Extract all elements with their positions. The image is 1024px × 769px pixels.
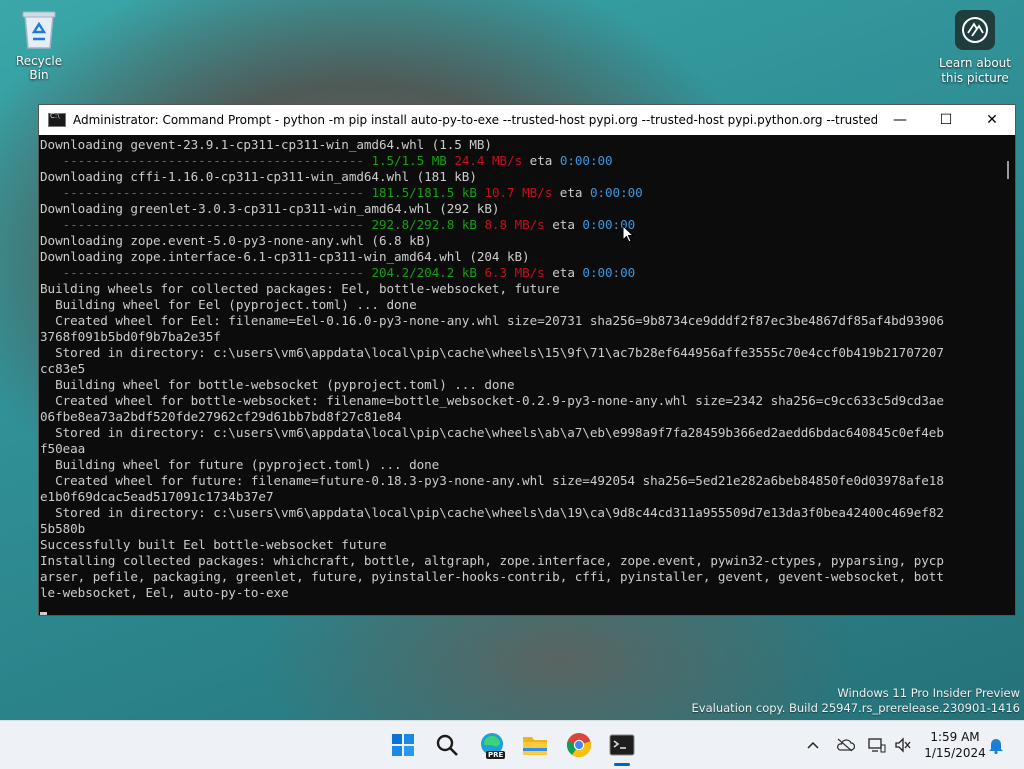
terminal-line: Installing collected packages: whichcraf…	[40, 553, 944, 568]
download-rate: 24.4 MB/s	[454, 153, 523, 168]
terminal-line: Downloading gevent-23.9.1-cp311-cp311-wi…	[40, 137, 492, 152]
progress-amount: 204.2/204.2 kB	[371, 265, 477, 280]
mouse-pointer-icon	[622, 225, 634, 243]
terminal-output[interactable]: Downloading gevent-23.9.1-cp311-cp311-wi…	[39, 135, 999, 615]
edge-pre-badge: PRE	[486, 751, 506, 759]
learn-label-line1: Learn about	[939, 56, 1011, 70]
terminal-line: arser, pefile, packaging, greenlet, futu…	[40, 569, 944, 584]
clock-date: 1/15/2024	[924, 746, 986, 760]
eta-label: eta	[529, 153, 553, 168]
terminal-line: le-websocket, Eel, auto-py-to-exe	[40, 585, 289, 600]
search-icon[interactable]	[431, 729, 463, 761]
progress-bar: ----------------------------------------	[40, 153, 364, 168]
terminal-line: Successfully built Eel bottle-websocket …	[40, 537, 387, 552]
camera-lens-icon	[955, 10, 995, 50]
windows-start-icon[interactable]	[387, 729, 419, 761]
terminal-line: Stored in directory: c:\users\vm6\appdat…	[40, 505, 944, 520]
chevron-up-icon[interactable]	[803, 735, 823, 755]
onedrive-icon[interactable]	[835, 735, 855, 755]
terminal-line: 3768f091b5bd0f9b7ba2e35f	[40, 329, 221, 344]
download-rate: 10.7 MB/s	[484, 185, 553, 200]
terminal-line: e1b0f69dcac5ead517091c1734b37e7	[40, 489, 274, 504]
command-prompt-icon	[48, 112, 66, 127]
download-rate: 8.8 MB/s	[484, 217, 545, 232]
terminal-line: Downloading greenlet-3.0.3-cp311-cp311-w…	[40, 201, 500, 216]
terminal-line: Building wheel for bottle-websocket (pyp…	[40, 377, 515, 392]
terminal-line: cc83e5	[40, 361, 86, 376]
progress-amount: 292.8/292.8 kB	[371, 217, 477, 232]
maximize-button[interactable]: ☐	[923, 105, 969, 135]
desktop-icon-recycle-bin[interactable]: Recycle Bin	[5, 8, 73, 82]
taskbar: PRE 1:59 AM 1/15/2024	[0, 720, 1024, 769]
file-explorer-icon[interactable]	[519, 729, 551, 761]
terminal-line: Created wheel for future: filename=futur…	[40, 473, 944, 488]
progress-line: ----------------------------------------…	[40, 185, 999, 201]
terminal-line: Downloading zope.event-5.0-py3-none-any.…	[40, 233, 432, 248]
progress-bar: ----------------------------------------	[40, 217, 364, 232]
terminal-line: Stored in directory: c:\users\vm6\appdat…	[40, 425, 944, 440]
progress-line: ----------------------------------------…	[40, 265, 999, 281]
recycle-bin-label: Recycle Bin	[15, 54, 63, 82]
eta-label: eta	[559, 185, 583, 200]
close-button[interactable]: ✕	[969, 105, 1015, 135]
volume-muted-icon[interactable]	[893, 735, 913, 755]
windows-watermark: Windows 11 Pro Insider Preview Evaluatio…	[692, 686, 1020, 716]
progress-bar: ----------------------------------------	[40, 185, 364, 200]
eta-value: 0:00:00	[582, 265, 636, 280]
terminal-line: Building wheels for collected packages: …	[40, 281, 560, 296]
desktop-icon-learn-about-picture[interactable]: Learn about this picture	[936, 10, 1014, 86]
taskbar-clock[interactable]: 1:59 AM 1/15/2024	[920, 729, 990, 761]
window-title: Administrator: Command Prompt - python -…	[73, 113, 877, 127]
terminal-line: Building wheel for future (pyproject.tom…	[40, 457, 440, 472]
terminal-line: Created wheel for bottle-websocket: file…	[40, 393, 944, 408]
eta-value: 0:00:00	[589, 185, 643, 200]
minimize-button[interactable]: —	[877, 105, 923, 135]
recycle-bin-icon	[21, 8, 57, 50]
terminal-line: f50eaa	[40, 441, 86, 456]
terminal-line: Stored in directory: c:\users\vm6\appdat…	[40, 345, 944, 360]
chrome-icon[interactable]	[563, 729, 595, 761]
command-prompt-window[interactable]: Administrator: Command Prompt - python -…	[38, 104, 1016, 616]
notification-bell-icon[interactable]	[986, 735, 1006, 755]
terminal-line: Downloading zope.interface-6.1-cp311-cp3…	[40, 249, 530, 264]
progress-line: ----------------------------------------…	[40, 217, 999, 233]
terminal-line: Downloading cffi-1.16.0-cp311-cp311-win_…	[40, 169, 477, 184]
terminal-line: Building wheel for Eel (pyproject.toml) …	[40, 297, 417, 312]
scrollbar-thumb[interactable]	[1007, 161, 1009, 179]
eta-label: eta	[552, 265, 575, 280]
network-icon[interactable]	[867, 735, 887, 755]
edge-pre-icon[interactable]: PRE	[476, 729, 508, 761]
terminal-icon[interactable]	[606, 729, 638, 761]
watermark-line1: Windows 11 Pro Insider Preview	[837, 686, 1020, 700]
vertical-scrollbar[interactable]	[999, 135, 1015, 615]
progress-amount: 181.5/181.5 kB	[371, 185, 477, 200]
text-cursor	[40, 612, 47, 615]
progress-line: ----------------------------------------…	[40, 153, 999, 169]
progress-bar: ----------------------------------------	[40, 265, 364, 280]
eta-label: eta	[552, 217, 575, 232]
download-rate: 6.3 MB/s	[484, 265, 545, 280]
terminal-line: 5b580b	[40, 521, 86, 536]
eta-value: 0:00:00	[559, 153, 613, 168]
learn-label-line2: this picture	[941, 71, 1009, 85]
clock-time: 1:59 AM	[930, 730, 980, 744]
terminal-line: Created wheel for Eel: filename=Eel-0.16…	[40, 313, 944, 328]
terminal-line: 06fbe8ea73a2bdf520fde27962cf29d61bb7bd8f…	[40, 409, 402, 424]
progress-amount: 1.5/1.5 MB	[371, 153, 447, 168]
window-titlebar[interactable]: Administrator: Command Prompt - python -…	[39, 105, 1015, 135]
watermark-line2: Evaluation copy. Build 25947.rs_prerelea…	[691, 701, 1020, 715]
active-app-indicator	[614, 763, 630, 766]
